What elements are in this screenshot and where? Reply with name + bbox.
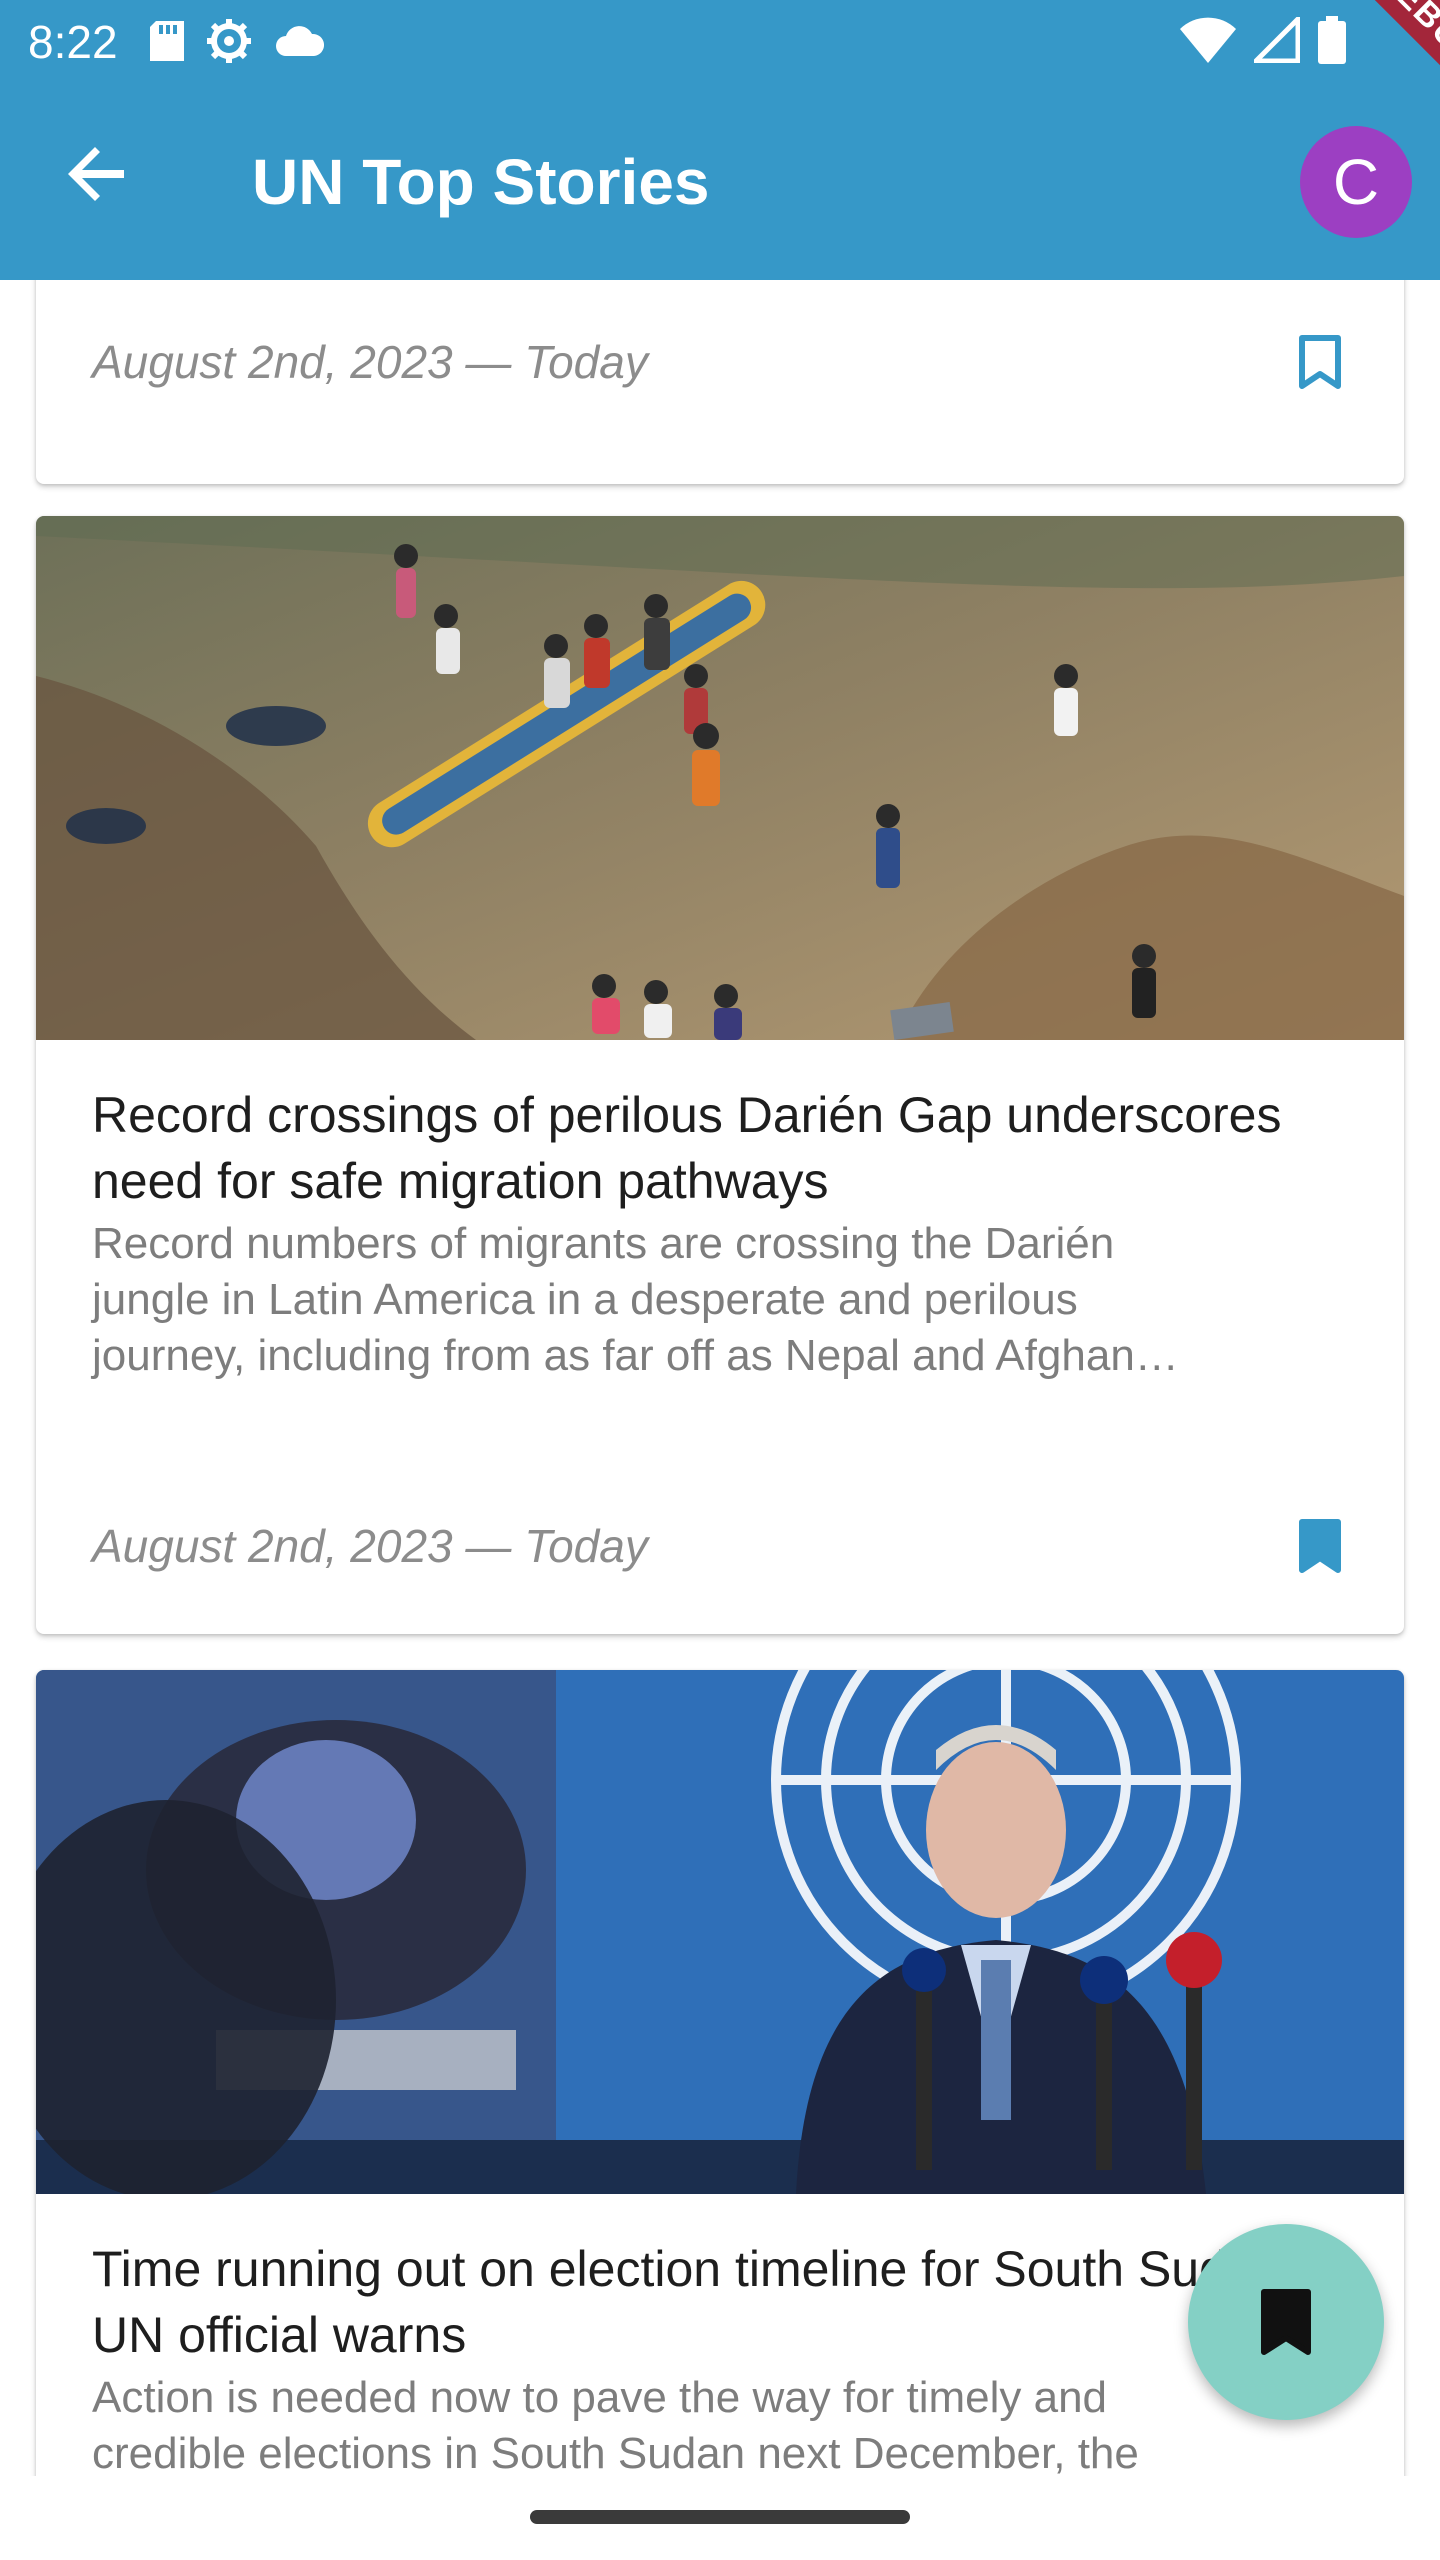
story-image xyxy=(36,1670,1404,2194)
back-button[interactable] xyxy=(50,126,146,222)
status-bar: 8:22 xyxy=(0,0,1440,84)
wifi-icon xyxy=(1180,17,1236,68)
bookmark-filled-icon xyxy=(1299,1519,1341,1573)
sd-card-icon xyxy=(150,21,184,66)
settings-gear-icon xyxy=(206,18,252,69)
story-image xyxy=(36,516,1404,1040)
bookmark-button[interactable] xyxy=(1284,1510,1356,1582)
app-bar-container: 8:22 UN Top Stories C DEBUG xyxy=(0,0,1440,280)
story-card[interactable]: Record crossings of perilous Darién Gap … xyxy=(36,516,1404,1634)
avatar-letter: C xyxy=(1332,146,1380,218)
page-title: UN Top Stories xyxy=(252,146,710,218)
app-bar: UN Top Stories C xyxy=(0,84,1440,280)
story-feed[interactable]: August 2nd, 2023 — Today Record crossing… xyxy=(0,280,1440,2480)
home-indicator[interactable] xyxy=(530,2510,910,2524)
bookmarks-fab[interactable] xyxy=(1188,2224,1384,2420)
battery-icon xyxy=(1318,16,1346,69)
status-icons-left xyxy=(150,18,325,69)
story-date: August 2nd, 2023 — Today xyxy=(92,336,648,388)
cloud-icon xyxy=(274,24,325,63)
status-time: 8:22 xyxy=(28,16,118,68)
bookmark-icon xyxy=(1261,2289,1311,2355)
story-date: August 2nd, 2023 — Today xyxy=(92,1520,648,1572)
gesture-bar xyxy=(0,2476,1440,2560)
bookmark-button[interactable] xyxy=(1284,326,1356,398)
arrow-back-icon xyxy=(68,147,124,201)
story-title: Time running out on election timeline fo… xyxy=(92,2241,1297,2363)
story-title: Record crossings of perilous Darién Gap … xyxy=(92,1087,1282,1209)
story-card[interactable]: August 2nd, 2023 — Today xyxy=(36,280,1404,484)
avatar[interactable]: C xyxy=(1300,126,1412,238)
story-description: Record numbers of migrants are crossing … xyxy=(92,1219,1179,1380)
story-description: Action is needed now to pave the way for… xyxy=(92,2373,1139,2478)
cell-signal-icon xyxy=(1249,12,1301,68)
bookmark-outline-icon xyxy=(1299,335,1341,389)
status-icons-right xyxy=(1180,12,1346,69)
